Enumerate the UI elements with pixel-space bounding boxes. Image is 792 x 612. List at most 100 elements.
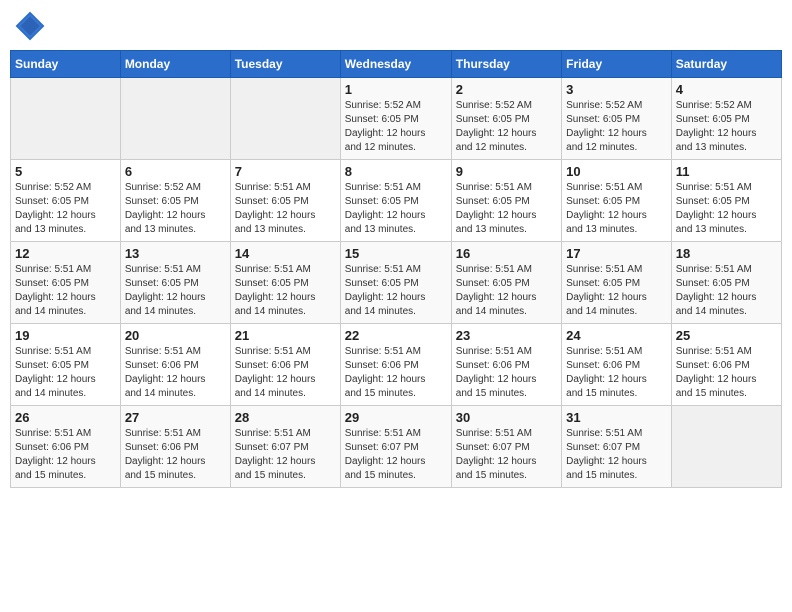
calendar-weekday-header: Saturday: [671, 51, 781, 78]
day-number: 8: [345, 164, 447, 179]
calendar-day-cell: 23Sunrise: 5:51 AM Sunset: 6:06 PM Dayli…: [451, 324, 561, 406]
day-number: 15: [345, 246, 447, 261]
calendar-day-cell: 19 Sunrise: 5:51 AM Sunset: 6:05 PM Dayli…: [11, 324, 121, 406]
calendar-day-cell: 25 Sunrise: 5:51 AM Sunset: 6:06 PM Dayli…: [671, 324, 781, 406]
calendar-day-cell: 29 Sunrise: 5:51 AM Sunset: 6:07 PM Dayli…: [340, 406, 451, 488]
day-number: 26: [15, 410, 116, 425]
day-number: 19: [15, 328, 116, 343]
day-info: Sunrise: 5:51 AM Sunset: 6:07 PM Dayligh…: [456, 427, 557, 483]
calendar-week-row: 26 Sunrise: 5:51 AM Sunset: 6:06 PM Dayli…: [11, 406, 782, 488]
day-info: Sunrise: 5:51 AM Sunset: 6:05 PM Dayligh…: [235, 263, 336, 319]
day-info: Sunrise: 5:51 AM Sunset: 6:05 PM Dayligh…: [566, 263, 667, 319]
calendar-day-cell: 1 Sunrise: 5:52 AM Sunset: 6:05 PM Daylig…: [340, 78, 451, 160]
day-info: Sunrise: 5:51 AM Sunset: 6:07 PM Dayligh…: [345, 427, 447, 483]
day-number: 6: [125, 164, 226, 179]
calendar-weekday-header: Sunday: [11, 51, 121, 78]
day-info: Sunrise: 5:52 AM Sunset: 6:05 PM Dayligh…: [566, 99, 667, 155]
day-number: 31: [566, 410, 667, 425]
day-number: 28: [235, 410, 336, 425]
day-number: 11: [676, 164, 777, 179]
calendar-day-cell: 17 Sunrise: 5:51 AM Sunset: 6:05 PM Dayli…: [562, 242, 672, 324]
day-info: Sunrise: 5:52 AM Sunset: 6:05 PM Dayligh…: [125, 181, 226, 237]
calendar-day-cell: 13Sunrise: 5:51 AM Sunset: 6:05 PM Dayli…: [120, 242, 230, 324]
day-info: Sunrise: 5:51 AM Sunset: 6:05 PM Dayligh…: [566, 181, 667, 237]
day-info: Sunrise: 5:52 AM Sunset: 6:05 PM Dayligh…: [15, 181, 116, 237]
day-number: 2: [456, 82, 557, 97]
calendar-day-cell: 10 Sunrise: 5:51 AM Sunset: 6:05 PM Dayli…: [562, 160, 672, 242]
calendar-day-cell: 30 Sunrise: 5:51 AM Sunset: 6:07 PM Dayli…: [451, 406, 561, 488]
day-info: Sunrise: 5:51 AM Sunset: 6:06 PM Dayligh…: [566, 345, 667, 401]
calendar-day-cell: 12 Sunrise: 5:51 AM Sunset: 6:05 PM Dayli…: [11, 242, 121, 324]
logo: [14, 10, 50, 42]
day-number: 21: [235, 328, 336, 343]
calendar-day-cell: [230, 78, 340, 160]
calendar-day-cell: [120, 78, 230, 160]
calendar-weekday-header: Tuesday: [230, 51, 340, 78]
calendar-day-cell: 14 Sunrise: 5:51 AM Sunset: 6:05 PM Dayli…: [230, 242, 340, 324]
day-number: 17: [566, 246, 667, 261]
calendar-header-row: SundayMondayTuesdayWednesdayThursdayFrid…: [11, 51, 782, 78]
calendar-weekday-header: Thursday: [451, 51, 561, 78]
day-number: 3: [566, 82, 667, 97]
calendar-day-cell: 18 Sunrise: 5:51 AM Sunset: 6:05 PM Dayli…: [671, 242, 781, 324]
calendar-day-cell: 31 Sunrise: 5:51 AM Sunset: 6:07 PM Dayli…: [562, 406, 672, 488]
day-number: 29: [345, 410, 447, 425]
calendar-week-row: 1 Sunrise: 5:52 AM Sunset: 6:05 PM Daylig…: [11, 78, 782, 160]
calendar-day-cell: 26 Sunrise: 5:51 AM Sunset: 6:06 PM Dayli…: [11, 406, 121, 488]
calendar-day-cell: 16 Sunrise: 5:51 AM Sunset: 6:05 PM Dayli…: [451, 242, 561, 324]
day-info: Sunrise: 5:51 AM Sunset: 6:07 PM Dayligh…: [235, 427, 336, 483]
calendar-day-cell: 3 Sunrise: 5:52 AM Sunset: 6:05 PM Daylig…: [562, 78, 672, 160]
day-number: 22: [345, 328, 447, 343]
calendar-day-cell: 28 Sunrise: 5:51 AM Sunset: 6:07 PM Dayli…: [230, 406, 340, 488]
day-number: 14: [235, 246, 336, 261]
day-info: Sunrise: 5:51 AM Sunset: 6:06 PM Dayligh…: [15, 427, 116, 483]
day-info: Sunrise: 5:51 AM Sunset: 6:06 PM Dayligh…: [235, 345, 336, 401]
calendar-day-cell: 24 Sunrise: 5:51 AM Sunset: 6:06 PM Dayli…: [562, 324, 672, 406]
day-info: Sunrise: 5:51 AM Sunset: 6:07 PM Dayligh…: [566, 427, 667, 483]
day-number: 30: [456, 410, 557, 425]
calendar-day-cell: 5Sunrise: 5:52 AM Sunset: 6:05 PM Daylig…: [11, 160, 121, 242]
day-number: 27: [125, 410, 226, 425]
calendar-day-cell: [11, 78, 121, 160]
day-info: Sunrise: 5:51 AM Sunset: 6:05 PM Dayligh…: [456, 263, 557, 319]
day-info: Sunrise: 5:52 AM Sunset: 6:05 PM Dayligh…: [676, 99, 777, 155]
calendar-weekday-header: Wednesday: [340, 51, 451, 78]
day-number: 23: [456, 328, 557, 343]
day-info: Sunrise: 5:51 AM Sunset: 6:06 PM Dayligh…: [125, 345, 226, 401]
calendar-day-cell: 27 Sunrise: 5:51 AM Sunset: 6:06 PM Dayli…: [120, 406, 230, 488]
calendar-day-cell: 11 Sunrise: 5:51 AM Sunset: 6:05 PM Dayli…: [671, 160, 781, 242]
day-number: 4: [676, 82, 777, 97]
day-info: Sunrise: 5:51 AM Sunset: 6:05 PM Dayligh…: [15, 345, 116, 401]
calendar-week-row: 19 Sunrise: 5:51 AM Sunset: 6:05 PM Dayli…: [11, 324, 782, 406]
day-number: 10: [566, 164, 667, 179]
day-info: Sunrise: 5:51 AM Sunset: 6:05 PM Dayligh…: [15, 263, 116, 319]
day-info: Sunrise: 5:51 AM Sunset: 6:06 PM Dayligh…: [125, 427, 226, 483]
calendar-day-cell: 6 Sunrise: 5:52 AM Sunset: 6:05 PM Daylig…: [120, 160, 230, 242]
calendar-day-cell: 7Sunrise: 5:51 AM Sunset: 6:05 PM Daylig…: [230, 160, 340, 242]
calendar-table: SundayMondayTuesdayWednesdayThursdayFrid…: [10, 50, 782, 488]
calendar-week-row: 12 Sunrise: 5:51 AM Sunset: 6:05 PM Dayli…: [11, 242, 782, 324]
day-info: Sunrise: 5:51 AM Sunset: 6:06 PM Dayligh…: [345, 345, 447, 401]
day-info: Sunrise: 5:51 AM Sunset: 6:05 PM Dayligh…: [676, 263, 777, 319]
calendar-weekday-header: Monday: [120, 51, 230, 78]
day-number: 24: [566, 328, 667, 343]
day-info: Sunrise: 5:51 AM Sunset: 6:05 PM Dayligh…: [456, 181, 557, 237]
day-number: 18: [676, 246, 777, 261]
day-info: Sunrise: 5:51 AM Sunset: 6:06 PM Dayligh…: [676, 345, 777, 401]
calendar-day-cell: 22 Sunrise: 5:51 AM Sunset: 6:06 PM Dayli…: [340, 324, 451, 406]
day-number: 1: [345, 82, 447, 97]
day-info: Sunrise: 5:51 AM Sunset: 6:05 PM Dayligh…: [345, 181, 447, 237]
day-number: 20: [125, 328, 226, 343]
calendar-day-cell: 4 Sunrise: 5:52 AM Sunset: 6:05 PM Daylig…: [671, 78, 781, 160]
day-info: Sunrise: 5:52 AM Sunset: 6:05 PM Dayligh…: [345, 99, 447, 155]
logo-icon: [14, 10, 46, 42]
day-number: 12: [15, 246, 116, 261]
day-info: Sunrise: 5:52 AM Sunset: 6:05 PM Dayligh…: [456, 99, 557, 155]
calendar-week-row: 5Sunrise: 5:52 AM Sunset: 6:05 PM Daylig…: [11, 160, 782, 242]
calendar-day-cell: 15Sunrise: 5:51 AM Sunset: 6:05 PM Dayli…: [340, 242, 451, 324]
day-info: Sunrise: 5:51 AM Sunset: 6:05 PM Dayligh…: [235, 181, 336, 237]
day-number: 25: [676, 328, 777, 343]
day-info: Sunrise: 5:51 AM Sunset: 6:05 PM Dayligh…: [676, 181, 777, 237]
day-number: 16: [456, 246, 557, 261]
calendar-weekday-header: Friday: [562, 51, 672, 78]
